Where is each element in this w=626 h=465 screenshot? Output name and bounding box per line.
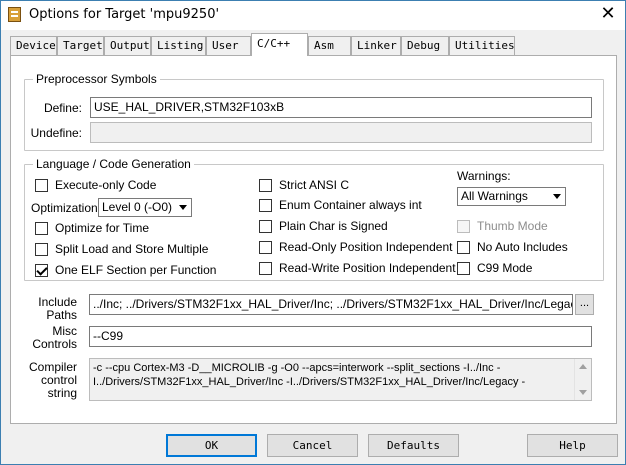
misc-label-line2: Controls (32, 337, 77, 351)
compiler-line2: I../Drivers/STM32F1xx_HAL_Driver/Inc -I.… (93, 376, 526, 388)
c99-mode-checkbox[interactable]: C99 Mode (457, 261, 597, 277)
checkbox-box[interactable] (35, 222, 48, 235)
cpp-tab-panel: Preprocessor Symbols Define: USE_HAL_DRI… (10, 55, 617, 424)
preprocessor-group: Preprocessor Symbols Define: USE_HAL_DRI… (24, 72, 604, 151)
undefine-label: Undefine: (30, 126, 82, 140)
checkbox-box[interactable] (259, 241, 272, 254)
tab-linker[interactable]: Linker (351, 36, 401, 55)
misc-controls-label: Misc Controls (23, 325, 77, 351)
compiler-label-line3: string (47, 386, 77, 400)
title-bar: Options for Target 'mpu9250' ✕ (1, 1, 625, 30)
split-load-label: Split Load and Store Multiple (55, 242, 209, 256)
define-label: Define: (43, 101, 82, 115)
scroll-down-icon[interactable] (579, 390, 587, 395)
enum-container-checkbox[interactable]: Enum Container always int (259, 198, 459, 214)
include-label-line2: Paths (46, 308, 77, 322)
include-paths-label: Include Paths (23, 296, 77, 322)
tab-user[interactable]: User (206, 36, 251, 55)
tab-output[interactable]: Output (104, 36, 151, 55)
no-auto-includes-checkbox[interactable]: No Auto Includes (457, 240, 597, 256)
split-load-checkbox[interactable]: Split Load and Store Multiple (35, 242, 235, 258)
help-button[interactable]: Help (527, 434, 618, 457)
tab-listing[interactable]: Listing (151, 36, 206, 55)
define-input[interactable]: USE_HAL_DRIVER,STM32F103xB (90, 97, 592, 118)
no-auto-includes-label: No Auto Includes (477, 240, 568, 254)
rw-pi-label: Read-Write Position Independent (279, 261, 456, 275)
rw-pi-checkbox[interactable]: Read-Write Position Independent (259, 261, 459, 277)
warnings-label: Warnings: (457, 169, 511, 183)
checkbox-box[interactable] (457, 262, 470, 275)
strict-ansi-label: Strict ANSI C (279, 178, 350, 192)
compiler-control-string[interactable]: -c --cpu Cortex-M3 -D__MICROLIB -g -O0 -… (89, 358, 592, 401)
tab-utilities[interactable]: Utilities (449, 36, 515, 55)
tab-device[interactable]: Device (10, 36, 57, 55)
chevron-down-icon[interactable] (175, 199, 191, 216)
tab-target[interactable]: Target (57, 36, 104, 55)
checkbox-box[interactable] (35, 243, 48, 256)
optimize-time-label: Optimize for Time (55, 221, 150, 235)
checkbox-box[interactable] (259, 262, 272, 275)
checkbox-box[interactable] (259, 220, 272, 233)
one-elf-label: One ELF Section per Function (55, 263, 217, 277)
language-group-label: Language / Code Generation (33, 157, 194, 171)
preprocessor-group-label: Preprocessor Symbols (33, 72, 160, 86)
strict-ansi-checkbox[interactable]: Strict ANSI C (259, 178, 459, 194)
checkbox-box[interactable] (35, 264, 48, 277)
include-browse-button[interactable]: ... (575, 294, 594, 315)
optimization-label: Optimization: (31, 201, 102, 215)
optimize-time-checkbox[interactable]: Optimize for Time (35, 221, 235, 237)
tab-asm[interactable]: Asm (308, 36, 351, 55)
ok-button[interactable]: OK (166, 434, 257, 457)
execute-only-checkbox[interactable]: Execute-only Code (35, 178, 235, 194)
checkbox-box[interactable] (457, 241, 470, 254)
checkbox-box[interactable] (259, 179, 272, 192)
defaults-button[interactable]: Defaults (368, 434, 459, 457)
language-group: Language / Code Generation Execute-only … (24, 157, 604, 281)
checkbox-box[interactable] (259, 199, 272, 212)
scrollbar[interactable] (574, 359, 591, 400)
options-dialog: Options for Target 'mpu9250' ✕ Device Ta… (0, 0, 626, 465)
app-icon (8, 7, 21, 22)
execute-only-label: Execute-only Code (55, 178, 157, 192)
cancel-button[interactable]: Cancel (267, 434, 358, 457)
plain-char-checkbox[interactable]: Plain Char is Signed (259, 219, 459, 235)
close-icon[interactable]: ✕ (597, 4, 619, 24)
compiler-line1: -c --cpu Cortex-M3 -D__MICROLIB -g -O0 -… (93, 362, 501, 374)
plain-char-label: Plain Char is Signed (279, 219, 388, 233)
compiler-control-label: Compiler control string (23, 361, 77, 400)
undefine-input[interactable] (90, 122, 592, 143)
warnings-select[interactable]: All Warnings (457, 187, 566, 206)
ro-pi-label: Read-Only Position Independent (279, 240, 453, 254)
window-title: Options for Target 'mpu9250' (29, 7, 220, 22)
optimization-value: Level 0 (-O0) (102, 200, 173, 214)
ro-pi-checkbox[interactable]: Read-Only Position Independent (259, 240, 459, 256)
scroll-up-icon[interactable] (579, 364, 587, 369)
enum-container-label: Enum Container always int (279, 198, 422, 212)
thumb-mode-label: Thumb Mode (477, 219, 548, 233)
c99-mode-label: C99 Mode (477, 261, 533, 275)
chevron-down-icon[interactable] (549, 188, 565, 205)
tab-c-cpp[interactable]: C/C++ (251, 33, 308, 56)
include-paths-input[interactable]: ../Inc; ../Drivers/STM32F1xx_HAL_Driver/… (89, 294, 573, 315)
misc-controls-input[interactable]: --C99 (89, 326, 592, 347)
warnings-value: All Warnings (461, 189, 528, 203)
optimization-select[interactable]: Level 0 (-O0) (98, 198, 192, 217)
thumb-mode-checkbox[interactable]: Thumb Mode (457, 219, 597, 235)
checkbox-box[interactable] (35, 179, 48, 192)
one-elf-checkbox[interactable]: One ELF Section per Function (35, 263, 245, 279)
checkbox-box[interactable] (457, 220, 470, 233)
tab-debug[interactable]: Debug (401, 36, 449, 55)
